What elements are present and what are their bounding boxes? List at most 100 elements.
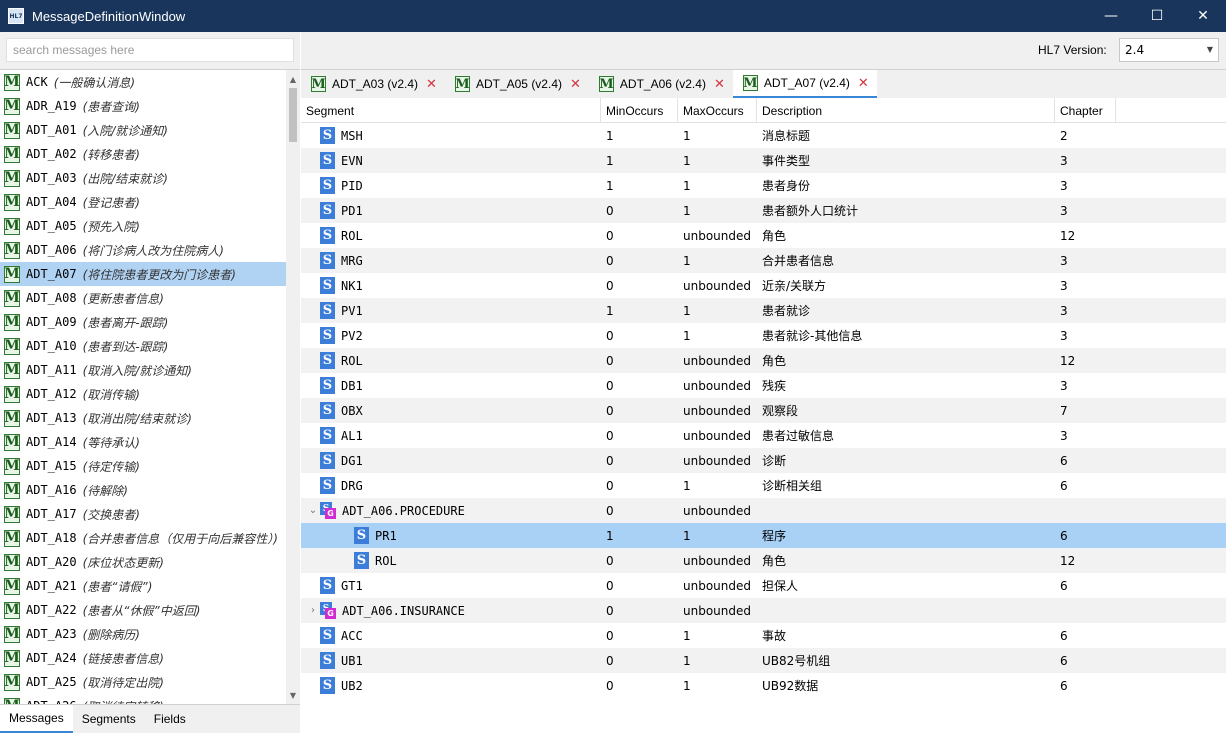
table-row[interactable]: S ACC 0 1 事故 6 (301, 623, 1226, 648)
list-item[interactable]: M ADT_A11 (取消入院/就诊通知) (0, 358, 286, 382)
table-row[interactable]: S PV2 0 1 患者就诊-其他信息 3 (301, 323, 1226, 348)
segment-icon: S (320, 627, 335, 644)
maximize-button[interactable]: ☐ (1134, 0, 1180, 32)
list-item[interactable]: M ADT_A23 (删除病历) (0, 622, 286, 646)
scroll-thumb[interactable] (289, 88, 297, 142)
table-row[interactable]: S EVN 1 1 事件类型 3 (301, 148, 1226, 173)
table-row[interactable]: S PV1 1 1 患者就诊 3 (301, 298, 1226, 323)
segment-name: PV1 (341, 303, 363, 318)
minimize-button[interactable]: — (1088, 0, 1134, 32)
table-row[interactable]: S DRG 0 1 诊断相关组 6 (301, 473, 1226, 498)
list-item[interactable]: M ADT_A16 (待解除) (0, 478, 286, 502)
segment-icon: S (320, 277, 335, 294)
list-item[interactable]: M ADT_A03 (出院/结束就诊) (0, 166, 286, 190)
list-item[interactable]: M ADT_A17 (交换患者) (0, 502, 286, 526)
cell-chapter: 12 (1060, 553, 1076, 568)
cell-description: 事件类型 (762, 154, 811, 168)
list-item[interactable]: M ADT_A08 (更新患者信息) (0, 286, 286, 310)
message-icon: M (4, 97, 20, 115)
table-row[interactable]: S OBX 0 unbounded 观察段 7 (301, 398, 1226, 423)
table-row[interactable]: ⌄SG ADT_A06.PROCEDURE 0 unbounded (301, 498, 1226, 523)
list-item[interactable]: M ADT_A09 (患者离开-跟踪) (0, 310, 286, 334)
column-header-maxoccurs[interactable]: MaxOccurs (678, 98, 757, 123)
tab-message-2[interactable]: M ADT_A06 (v2.4) ✕ (589, 70, 733, 98)
segment-name: DRG (341, 478, 363, 493)
message-icon: M (4, 73, 20, 91)
list-item[interactable]: M ADT_A04 (登记患者) (0, 190, 286, 214)
tab-message-1[interactable]: M ADT_A05 (v2.4) ✕ (445, 70, 589, 98)
segment-icon: S (320, 202, 335, 219)
tab-fields[interactable]: Fields (145, 705, 195, 733)
column-header-chapter[interactable]: Chapter (1055, 98, 1116, 123)
message-description: (交换患者) (82, 507, 140, 522)
list-item[interactable]: M ADT_A02 (转移患者) (0, 142, 286, 166)
list-item[interactable]: M ADT_A20 (床位状态更新) (0, 550, 286, 574)
message-list[interactable]: M ACK (一般确认消息) M ADR_A19 (患者查询) M ADT_A01 (入院/就诊… (0, 70, 286, 704)
list-item[interactable]: M ADT_A21 (患者“请假”) (0, 574, 286, 598)
list-item[interactable]: M ADT_A14 (等待承认) (0, 430, 286, 454)
list-item[interactable]: M ADT_A15 (待定传输) (0, 454, 286, 478)
list-item[interactable]: M ADT_A13 (取消出院/结束就诊) (0, 406, 286, 430)
close-tab-icon[interactable]: ✕ (858, 76, 869, 91)
table-row[interactable]: S DG1 0 unbounded 诊断 6 (301, 448, 1226, 473)
list-item[interactable]: M ADT_A10 (患者到达-跟踪) (0, 334, 286, 358)
table-row[interactable]: S PR1 1 1 程序 6 (301, 523, 1226, 548)
list-item[interactable]: MADT_A26(取消待定转移) (0, 694, 286, 704)
table-row[interactable]: S MRG 0 1 合并患者信息 3 (301, 248, 1226, 273)
search-input[interactable] (6, 38, 294, 62)
close-tab-icon[interactable]: ✕ (570, 77, 581, 92)
table-row[interactable]: S DB1 0 unbounded 残疾 3 (301, 373, 1226, 398)
list-item[interactable]: M ADT_A05 (预先入院) (0, 214, 286, 238)
tab-message-3[interactable]: M ADT_A07 (v2.4) ✕ (732, 70, 877, 98)
message-icon: M (4, 409, 20, 427)
list-item[interactable]: M ADT_A25 (取消待定出院) (0, 670, 286, 694)
list-item[interactable]: M ADT_A06 (将门诊病人改为住院病人) (0, 238, 286, 262)
table-row[interactable]: S UB2 0 1 UB92数据 6 (301, 673, 1226, 698)
table-row[interactable]: S ROL 0 unbounded 角色 12 (301, 348, 1226, 373)
list-item[interactable]: M ADT_A18 (合并患者信息（仅用于向后兼容性）) (0, 526, 286, 550)
hl7-version-select[interactable]: 2.4 ▼ (1119, 38, 1219, 62)
table-row[interactable]: ›SG ADT_A06.INSURANCE 0 unbounded (301, 598, 1226, 623)
table-row[interactable]: S ROL 0 unbounded 角色 12 (301, 223, 1226, 248)
table-row[interactable]: S UB1 0 1 UB82号机组 6 (301, 648, 1226, 673)
cell-chapter: 7 (1060, 403, 1068, 418)
cell-chapter: 3 (1060, 153, 1068, 168)
column-header-minoccurs[interactable]: MinOccurs (601, 98, 678, 123)
cell-segment: S PR1 (301, 523, 601, 548)
close-tab-icon[interactable]: ✕ (714, 77, 725, 92)
list-item[interactable]: M ADT_A01 (入院/就诊通知) (0, 118, 286, 142)
message-description: (删除病历) (82, 627, 140, 642)
tab-messages[interactable]: Messages (0, 705, 73, 733)
chevron-right-icon[interactable]: › (306, 605, 320, 616)
list-item[interactable]: M ADR_A19 (患者查询) (0, 94, 286, 118)
table-row[interactable]: S GT1 0 unbounded 担保人 6 (301, 573, 1226, 598)
column-header-description[interactable]: Description (757, 98, 1055, 123)
table-row[interactable]: S PD1 0 1 患者额外人口统计 3 (301, 198, 1226, 223)
scroll-down-icon[interactable]: ▼ (286, 688, 300, 702)
definition-panel: HL7 Version: 2.4 ▼ M ADT_A03 (v2.4) ✕ M ADT_… (301, 32, 1226, 733)
tab-segments[interactable]: Segments (73, 705, 145, 733)
cell-description: 患者就诊-其他信息 (762, 329, 863, 343)
message-icon: M (4, 457, 20, 475)
close-window-button[interactable]: ✕ (1180, 0, 1226, 32)
list-item[interactable]: M ADT_A12 (取消传输) (0, 382, 286, 406)
segment-icon: S (320, 227, 335, 244)
chevron-down-icon[interactable]: ⌄ (306, 505, 320, 516)
message-list-scrollbar[interactable]: ▲ ▼ (286, 70, 300, 704)
list-item[interactable]: M ADT_A22 (患者从“休假”中返回) (0, 598, 286, 622)
list-item[interactable]: M ADT_A07 (将住院患者更改为门诊患者) (0, 262, 286, 286)
close-tab-icon[interactable]: ✕ (426, 77, 437, 92)
tab-message-0[interactable]: M ADT_A03 (v2.4) ✕ (301, 70, 445, 98)
cell-segment: ⌄SG ADT_A06.PROCEDURE (301, 498, 601, 523)
segment-icon: S (320, 402, 335, 419)
table-row[interactable]: S MSH 1 1 消息标题 2 (301, 123, 1226, 148)
table-row[interactable]: S PID 1 1 患者身份 3 (301, 173, 1226, 198)
table-row[interactable]: S NK1 0 unbounded 近亲/关联方 3 (301, 273, 1226, 298)
search-bar (0, 32, 300, 70)
table-row[interactable]: S AL1 0 unbounded 患者过敏信息 3 (301, 423, 1226, 448)
list-item[interactable]: M ADT_A24 (链接患者信息) (0, 646, 286, 670)
scroll-up-icon[interactable]: ▲ (286, 72, 300, 86)
list-item[interactable]: M ACK (一般确认消息) (0, 70, 286, 94)
table-row[interactable]: S ROL 0 unbounded 角色 12 (301, 548, 1226, 573)
column-header-segment[interactable]: Segment (301, 98, 601, 123)
